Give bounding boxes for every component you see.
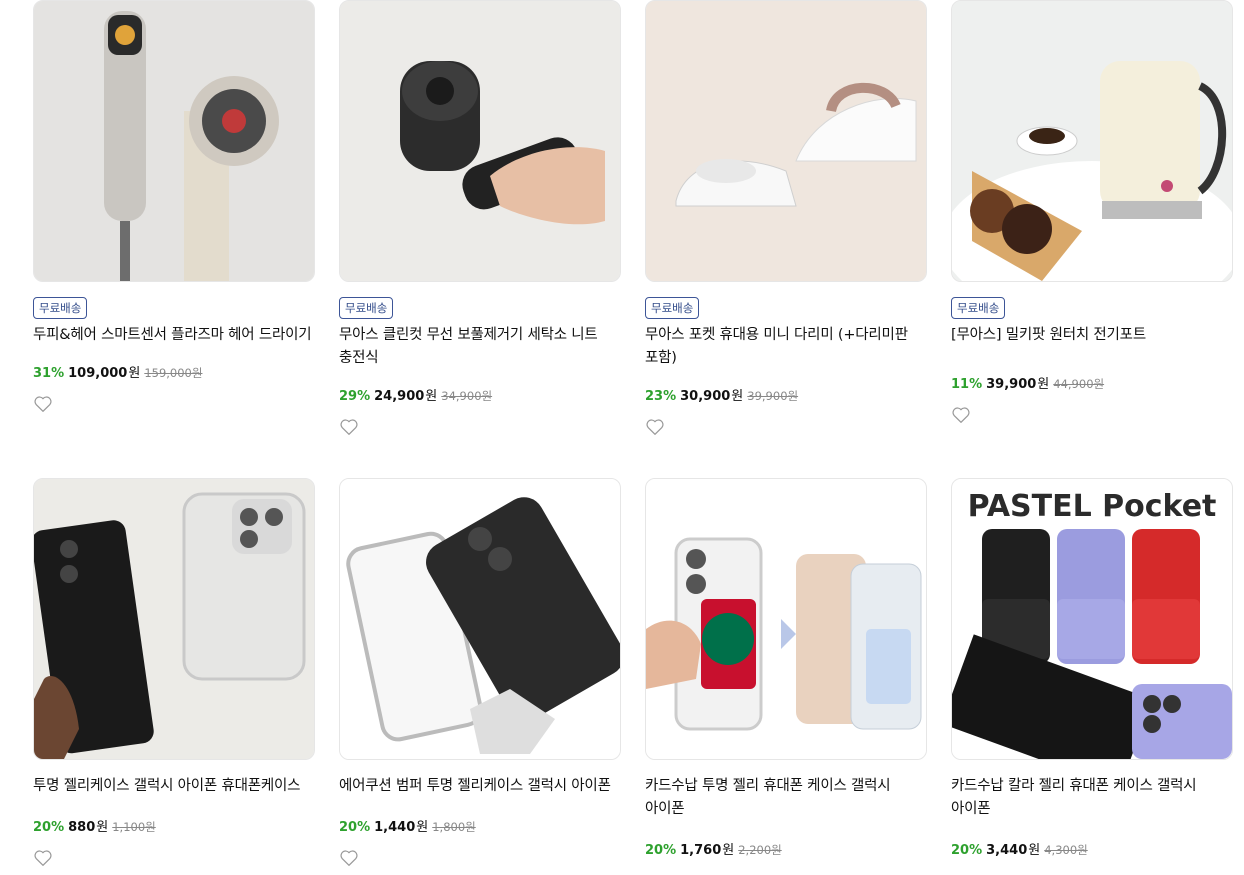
wishlist-heart-icon[interactable]: [645, 418, 667, 438]
free-shipping-badge: 무료배송: [645, 297, 700, 319]
pastel-pocket-title: PASTEL Pocket: [968, 489, 1217, 524]
product-title[interactable]: 카드수납 투명 젤리 휴대폰 케이스 갤럭시 아이폰: [645, 775, 927, 821]
wishlist-heart-icon[interactable]: [339, 418, 361, 438]
price-row: 20% 3,440원 4,300원: [951, 839, 1233, 858]
original-price: 1,100원: [112, 820, 156, 834]
original-price: 2,200원: [738, 843, 782, 857]
product-card[interactable]: 카드수납 투명 젤리 휴대폰 케이스 갤럭시 아이폰 20% 1,760원 2,…: [645, 478, 927, 858]
sale-price: 24,900원: [374, 389, 438, 404]
free-shipping-badge: 무료배송: [33, 297, 88, 319]
price-row: 23% 30,900원 39,900원: [645, 385, 927, 404]
wishlist-heart-icon[interactable]: [951, 406, 973, 426]
product-title[interactable]: 두피&헤어 스마트센서 플라즈마 헤어 드라이기: [33, 324, 315, 347]
product-title[interactable]: 에어쿠션 범퍼 투명 젤리케이스 갤럭시 아이폰: [339, 775, 621, 798]
wishlist-heart-icon[interactable]: [33, 395, 55, 415]
price-row: 31% 109,000원 159,000원: [33, 362, 315, 381]
sale-price: 30,900원: [680, 389, 744, 404]
discount-rate: 31%: [33, 366, 65, 381]
price-row: 20% 1,440원 1,800원: [339, 816, 621, 835]
sale-price: 39,900원: [986, 377, 1050, 392]
product-grid: 무료배송 두피&헤어 스마트센서 플라즈마 헤어 드라이기 31% 109,00…: [0, 0, 1244, 875]
product-image-lint-remover[interactable]: [339, 0, 621, 282]
product-title[interactable]: [무아스] 밀키팟 원터치 전기포트: [951, 324, 1233, 347]
original-price: 159,000원: [144, 366, 203, 380]
discount-rate: 20%: [951, 843, 983, 858]
sale-price: 3,440원: [986, 843, 1041, 858]
free-shipping-badge: 무료배송: [339, 297, 394, 319]
product-card[interactable]: 무료배송 무아스 포켓 휴대용 미니 다리미 (+다리미판 포함) 23% 30…: [645, 0, 927, 438]
price-row: 11% 39,900원 44,900원: [951, 373, 1233, 392]
product-card[interactable]: 무료배송 무아스 클린컷 무선 보풀제거기 세탁소 니트 충전식 29% 24,…: [339, 0, 621, 438]
price-row: 29% 24,900원 34,900원: [339, 385, 621, 404]
sale-price: 109,000원: [68, 366, 141, 381]
discount-rate: 20%: [339, 820, 371, 835]
product-card[interactable]: 투명 젤리케이스 갤럭시 아이폰 휴대폰케이스 20% 880원 1,100원: [33, 478, 315, 869]
product-card[interactable]: 에어쿠션 범퍼 투명 젤리케이스 갤럭시 아이폰 20% 1,440원 1,80…: [339, 478, 621, 869]
price-row: 20% 1,760원 2,200원: [645, 839, 927, 858]
product-title[interactable]: 투명 젤리케이스 갤럭시 아이폰 휴대폰케이스: [33, 775, 315, 798]
original-price: 1,800원: [432, 820, 476, 834]
product-title[interactable]: 무아스 포켓 휴대용 미니 다리미 (+다리미판 포함): [645, 324, 927, 370]
discount-rate: 20%: [33, 820, 65, 835]
product-title[interactable]: 무아스 클린컷 무선 보풀제거기 세탁소 니트 충전식: [339, 324, 621, 370]
sale-price: 1,440원: [374, 820, 429, 835]
product-title[interactable]: 카드수납 칼라 젤리 휴대폰 케이스 갤럭시 아이폰: [951, 775, 1233, 821]
wishlist-heart-icon[interactable]: [33, 849, 55, 869]
discount-rate: 29%: [339, 389, 371, 404]
product-image-bumper-case[interactable]: [339, 478, 621, 760]
sale-price: 1,760원: [680, 843, 735, 858]
free-shipping-badge: 무료배송: [951, 297, 1006, 319]
product-image-mini-iron[interactable]: [645, 0, 927, 282]
product-card[interactable]: 무료배송 두피&헤어 스마트센서 플라즈마 헤어 드라이기 31% 109,00…: [33, 0, 315, 415]
original-price: 44,900원: [1053, 377, 1105, 391]
discount-rate: 20%: [645, 843, 677, 858]
sale-price: 880원: [68, 820, 109, 835]
discount-rate: 23%: [645, 389, 677, 404]
original-price: 39,900원: [747, 389, 799, 403]
product-image-hair-dryer[interactable]: [33, 0, 315, 282]
product-image-clear-phone-case[interactable]: [33, 478, 315, 760]
product-card[interactable]: 무료배송 [무아스] 밀키팟 원터치 전기포트 11% 39,900원 44,9…: [951, 0, 1233, 426]
wishlist-heart-icon[interactable]: [339, 849, 361, 869]
price-row: 20% 880원 1,100원: [33, 816, 315, 835]
discount-rate: 11%: [951, 377, 983, 392]
product-image-card-case[interactable]: [645, 478, 927, 760]
original-price: 34,900원: [441, 389, 493, 403]
original-price: 4,300원: [1044, 843, 1088, 857]
product-image-pastel-case[interactable]: PASTEL Pocket: [951, 478, 1233, 760]
product-image-electric-kettle[interactable]: [951, 0, 1233, 282]
product-card[interactable]: PASTEL Pocket 카드수납 칼라 젤리 휴대폰 케이스 갤럭시 아이폰…: [951, 478, 1233, 858]
